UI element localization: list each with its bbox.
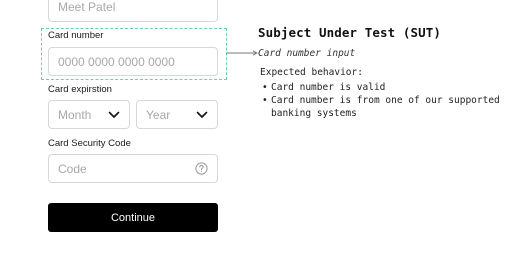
month-select[interactable]: Month [48, 100, 130, 129]
security-code-label: Card Security Code [48, 138, 131, 149]
year-placeholder: Year [146, 107, 171, 122]
card-number-label: Card number [48, 30, 104, 41]
chevron-down-icon [108, 111, 120, 118]
expected-behavior-list: Card number is valid Card number is from… [260, 81, 510, 120]
expected-item: Card number is valid [260, 81, 510, 94]
connector-line [226, 50, 258, 56]
chevron-down-icon [196, 111, 208, 118]
card-expiration-label: Card expirstion [48, 84, 112, 95]
security-code-input[interactable]: Code [48, 154, 218, 183]
security-code-placeholder: Code [58, 161, 87, 176]
year-select[interactable]: Year [136, 100, 218, 129]
name-field[interactable]: Meet Patel [48, 0, 218, 22]
card-number-input[interactable]: 0000 0000 0000 0000 [48, 47, 218, 76]
expected-item: Card number is from one of our supported… [260, 94, 510, 120]
sut-subtitle: Card number input [258, 48, 356, 59]
name-field-value: Meet Patel [58, 0, 116, 14]
card-number-placeholder: 0000 0000 0000 0000 [58, 54, 175, 69]
continue-button[interactable]: Continue [48, 203, 218, 232]
expected-behavior-heading: Expected behavior: [260, 67, 363, 78]
question-circle-icon[interactable] [195, 162, 208, 175]
month-placeholder: Month [58, 107, 92, 122]
sut-title: Subject Under Test (SUT) [258, 25, 442, 40]
